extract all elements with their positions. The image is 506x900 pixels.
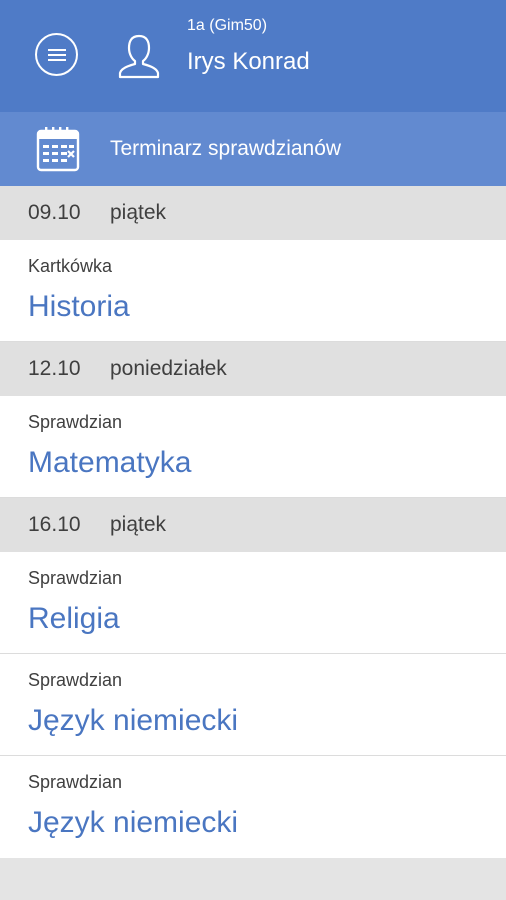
user-name[interactable]: Irys Konrad [187,48,310,76]
exam-subject: Religia [28,602,120,635]
exam-item[interactable]: Sprawdzian Religia [0,552,506,654]
calendar-icon [36,127,80,172]
exam-subject: Matematyka [28,446,192,479]
section-title: Terminarz sprawdzianów [110,137,342,160]
exam-subject: Historia [28,290,130,323]
weekday-label: piątek [110,201,167,224]
exam-subject: Język niemiecki [28,806,239,839]
date-header: 09.10 piątek [0,186,506,240]
date-label: 16.10 [28,513,81,536]
exam-item[interactable]: Sprawdzian Matematyka [0,396,506,498]
exam-type: Sprawdzian [28,568,123,588]
date-label: 09.10 [28,201,81,224]
exam-subject: Język niemiecki [28,704,239,737]
date-label: 12.10 [28,357,81,380]
menu-icon [47,48,66,61]
weekday-label: piątek [110,513,167,536]
exam-type: Kartkówka [28,256,113,276]
user-icon[interactable] [117,33,161,79]
exam-item[interactable]: Sprawdzian Język niemiecki [0,654,506,756]
exam-list: 09.10 piątek Kartkówka Historia 12.10 po… [0,186,506,858]
exam-type: Sprawdzian [28,772,123,792]
exam-item[interactable]: Kartkówka Historia [0,240,506,342]
date-header: 16.10 piątek [0,498,506,552]
weekday-label: poniedziałek [110,357,227,380]
app-header: 1a (Gim50) Irys Konrad [0,0,506,112]
exam-item[interactable]: Sprawdzian Język niemiecki [0,756,506,858]
class-label: 1a (Gim50) [187,17,268,34]
menu-button[interactable] [35,33,78,76]
date-header: 12.10 poniedziałek [0,342,506,396]
exam-type: Sprawdzian [28,412,123,432]
app-screen: 1a (Gim50) Irys Konrad Terminarz sprawdz… [0,0,506,900]
exam-type: Sprawdzian [28,670,123,690]
